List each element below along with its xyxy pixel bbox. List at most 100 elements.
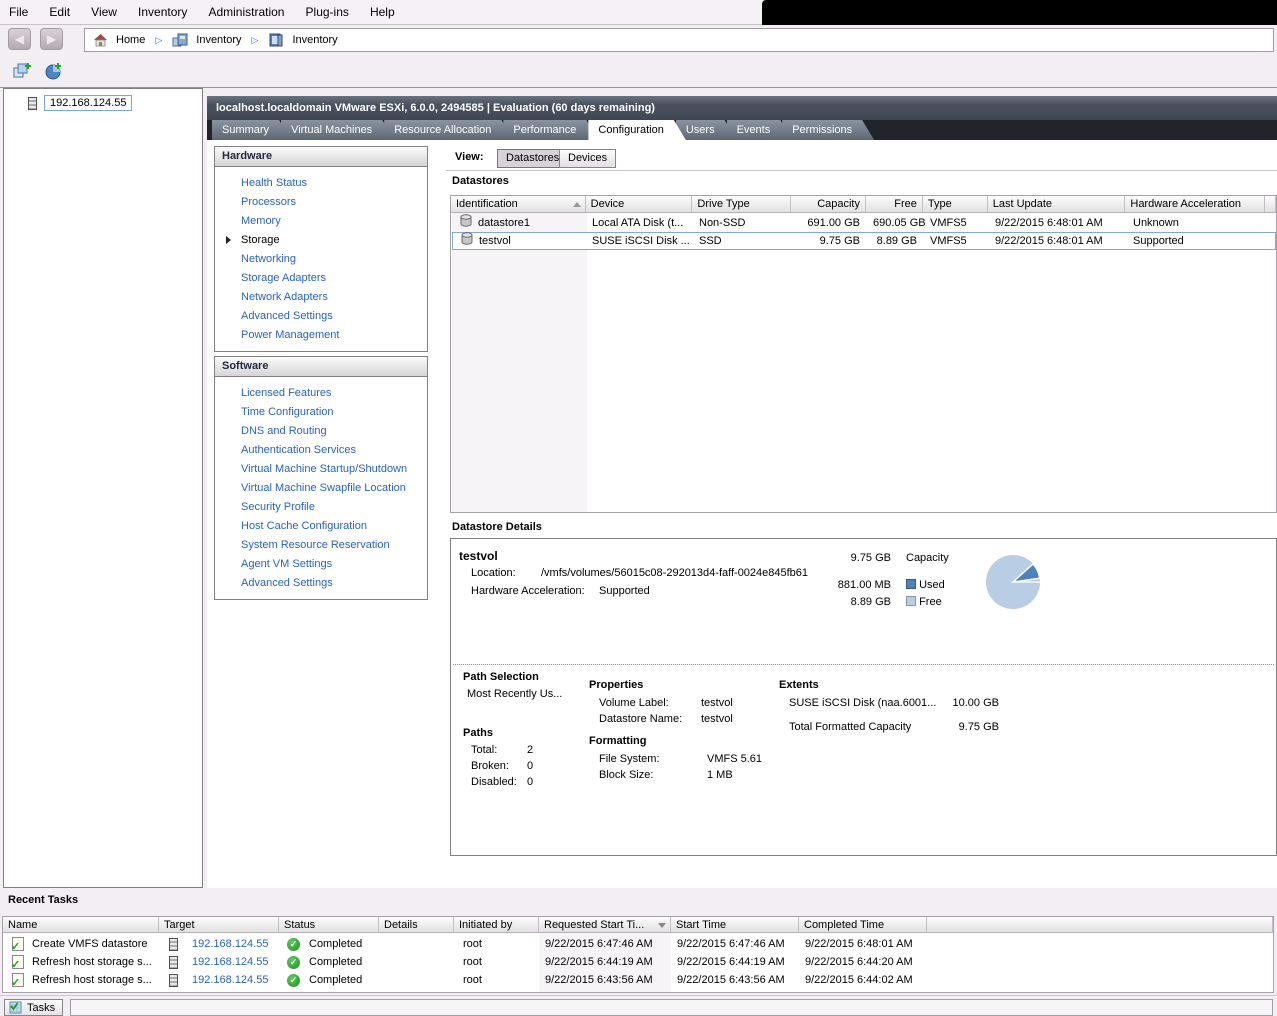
menu-help[interactable]: Help xyxy=(361,0,404,24)
capacity-pie-chart xyxy=(984,553,1042,614)
sidebar-item-security-profile[interactable]: Security Profile xyxy=(215,498,427,517)
sidebar-item-memory[interactable]: Memory xyxy=(215,212,427,231)
tree-item-host[interactable]: 192.168.124.55 xyxy=(28,95,132,111)
menu-inventory[interactable]: Inventory xyxy=(129,0,196,24)
column-header-completed-time[interactable]: Completed Time xyxy=(799,917,927,933)
task-row-refresh-host-storage-1[interactable]: Refresh host storage s... 192.168.124.55… xyxy=(4,953,1273,971)
task-row-create-vmfs-datastore[interactable]: Create VMFS datastore 192.168.124.55 ✓ C… xyxy=(4,935,1273,953)
sidebar-item-vm-startup-shutdown[interactable]: Virtual Machine Startup/Shutdown xyxy=(215,460,427,479)
breadcrumb-separator-icon: ▷ xyxy=(145,35,172,46)
sidebar-item-dns-and-routing[interactable]: DNS and Routing xyxy=(215,422,427,441)
tasks-button-label: Tasks xyxy=(27,1002,55,1014)
sidebar-item-power-management[interactable]: Power Management xyxy=(215,326,427,345)
datastores-table: Identification Device Drive Type Capacit… xyxy=(450,195,1277,513)
software-panel-title: Software xyxy=(215,357,427,377)
hardware-panel: Hardware Health Status Processors Memory… xyxy=(214,146,428,352)
column-header-filler xyxy=(1265,196,1276,212)
column-header-type[interactable]: Type xyxy=(923,196,988,212)
column-header-details[interactable]: Details xyxy=(379,917,454,933)
column-header-last-update[interactable]: Last Update xyxy=(988,196,1126,212)
cell-task-status: Completed xyxy=(309,953,362,971)
datastore-details-panel: testvol Location: /vmfs/volumes/56015c08… xyxy=(450,538,1277,856)
cell-task-start-time: 9/22/2015 6:44:19 AM xyxy=(672,953,800,971)
column-header-device[interactable]: Device xyxy=(586,196,693,212)
column-header-capacity[interactable]: Capacity xyxy=(791,196,866,212)
divider xyxy=(453,664,1274,665)
cell-task-target[interactable]: 192.168.124.55 xyxy=(192,953,268,971)
column-header-initiated-by[interactable]: Initiated by xyxy=(454,917,539,933)
sidebar-item-networking[interactable]: Networking xyxy=(215,250,427,269)
breadcrumb-inventory-2[interactable]: Inventory xyxy=(292,34,337,46)
sidebar-item-network-adapters[interactable]: Network Adapters xyxy=(215,288,427,307)
menu-file[interactable]: File xyxy=(0,0,37,24)
paths-total-value: 2 xyxy=(527,744,533,756)
breadcrumb-home[interactable]: Home xyxy=(116,34,145,46)
add-storage-icon[interactable] xyxy=(44,61,64,84)
sidebar-item-advanced-settings-sw[interactable]: Advanced Settings xyxy=(215,574,427,593)
sidebar-item-agent-vm-settings[interactable]: Agent VM Settings xyxy=(215,555,427,574)
column-header-requested-start-time[interactable]: Requested Start Ti... xyxy=(539,917,671,933)
column-header-identification[interactable]: Identification xyxy=(451,196,586,212)
back-icon[interactable]: ◀ xyxy=(8,28,31,50)
menu-administration[interactable]: Administration xyxy=(199,0,293,24)
selected-arrow-icon xyxy=(226,236,231,244)
datastores-view-button[interactable]: Datastores xyxy=(497,149,568,168)
menu-edit[interactable]: Edit xyxy=(40,0,79,24)
add-inventory-icon[interactable] xyxy=(12,61,32,84)
column-header-name[interactable]: Name xyxy=(3,917,159,933)
status-message-area xyxy=(70,999,1273,1016)
cell-task-initiated-by: root xyxy=(455,953,540,971)
tasks-button[interactable]: Tasks xyxy=(4,999,63,1016)
path-selection-value: Most Recently Us... xyxy=(467,688,562,700)
task-row-refresh-host-storage-2[interactable]: Refresh host storage s... 192.168.124.55… xyxy=(4,971,1273,989)
sidebar-item-storage[interactable]: Storage xyxy=(215,231,427,250)
forward-icon[interactable]: ▶ xyxy=(40,28,63,50)
datastore-details-title: Datastore Details xyxy=(452,521,542,533)
free-swatch-icon xyxy=(906,596,916,606)
tab-summary[interactable]: Summary xyxy=(212,120,291,140)
column-header-status[interactable]: Status xyxy=(279,917,379,933)
sidebar-item-advanced-settings[interactable]: Advanced Settings xyxy=(215,307,427,326)
sidebar-item-storage-adapters[interactable]: Storage Adapters xyxy=(215,269,427,288)
breadcrumb-separator-icon: ▷ xyxy=(242,35,269,46)
tab-virtual-machines[interactable]: Virtual Machines xyxy=(281,120,394,140)
column-header-start-time[interactable]: Start Time xyxy=(671,917,799,933)
column-header-hardware-acceleration[interactable]: Hardware Acceleration xyxy=(1125,196,1265,212)
capacity-label: Capacity xyxy=(906,552,949,564)
table-row-datastore1[interactable]: datastore1 Local ATA Disk (t... Non-SSD … xyxy=(452,214,1276,232)
cell-capacity: 691.00 GB xyxy=(793,214,868,232)
sidebar-item-vm-swapfile-location[interactable]: Virtual Machine Swapfile Location xyxy=(215,479,427,498)
cell-drive-type: Non-SSD xyxy=(694,214,793,232)
column-header-free[interactable]: Free xyxy=(866,196,923,212)
sidebar-item-system-resource-reservation[interactable]: System Resource Reservation xyxy=(215,536,427,555)
tab-configuration[interactable]: Configuration xyxy=(588,120,685,140)
sidebar-item-processors[interactable]: Processors xyxy=(215,193,427,212)
sidebar-item-health-status[interactable]: Health Status xyxy=(215,174,427,193)
devices-view-button[interactable]: Devices xyxy=(559,149,616,168)
divider xyxy=(446,170,1277,171)
tree-host-label[interactable]: 192.168.124.55 xyxy=(44,95,132,111)
column-header-target[interactable]: Target xyxy=(159,917,279,933)
menu-view[interactable]: View xyxy=(82,0,126,24)
table-row-testvol-selected[interactable]: testvol SUSE iSCSI Disk ... SSD 9.75 GB … xyxy=(452,232,1276,250)
datastore-icon xyxy=(461,232,473,250)
sidebar-item-licensed-features[interactable]: Licensed Features xyxy=(215,384,427,403)
paths-disabled-value: 0 xyxy=(527,776,533,788)
block-size-value: 1 MB xyxy=(707,769,733,781)
cell-task-target[interactable]: 192.168.124.55 xyxy=(192,935,268,953)
sidebar-item-time-configuration[interactable]: Time Configuration xyxy=(215,403,427,422)
sidebar-item-host-cache-configuration[interactable]: Host Cache Configuration xyxy=(215,517,427,536)
cell-task-completed-time: 9/22/2015 6:44:02 AM xyxy=(800,971,928,989)
completed-icon: ✓ xyxy=(287,938,300,951)
tab-performance[interactable]: Performance xyxy=(503,120,598,140)
cell-task-target[interactable]: 192.168.124.55 xyxy=(192,971,268,989)
hardware-acceleration-label: Hardware Acceleration: xyxy=(471,585,585,597)
tab-resource-allocation[interactable]: Resource Allocation xyxy=(384,120,513,140)
column-header-drive-type[interactable]: Drive Type xyxy=(692,196,791,212)
sort-descending-icon xyxy=(658,923,666,928)
menu-plugins[interactable]: Plug-ins xyxy=(297,0,358,24)
breadcrumb-inventory-1[interactable]: Inventory xyxy=(196,34,241,46)
sidebar-item-authentication-services[interactable]: Authentication Services xyxy=(215,441,427,460)
paths-total-label: Total: xyxy=(471,744,497,756)
tab-permissions[interactable]: Permissions xyxy=(782,120,874,140)
